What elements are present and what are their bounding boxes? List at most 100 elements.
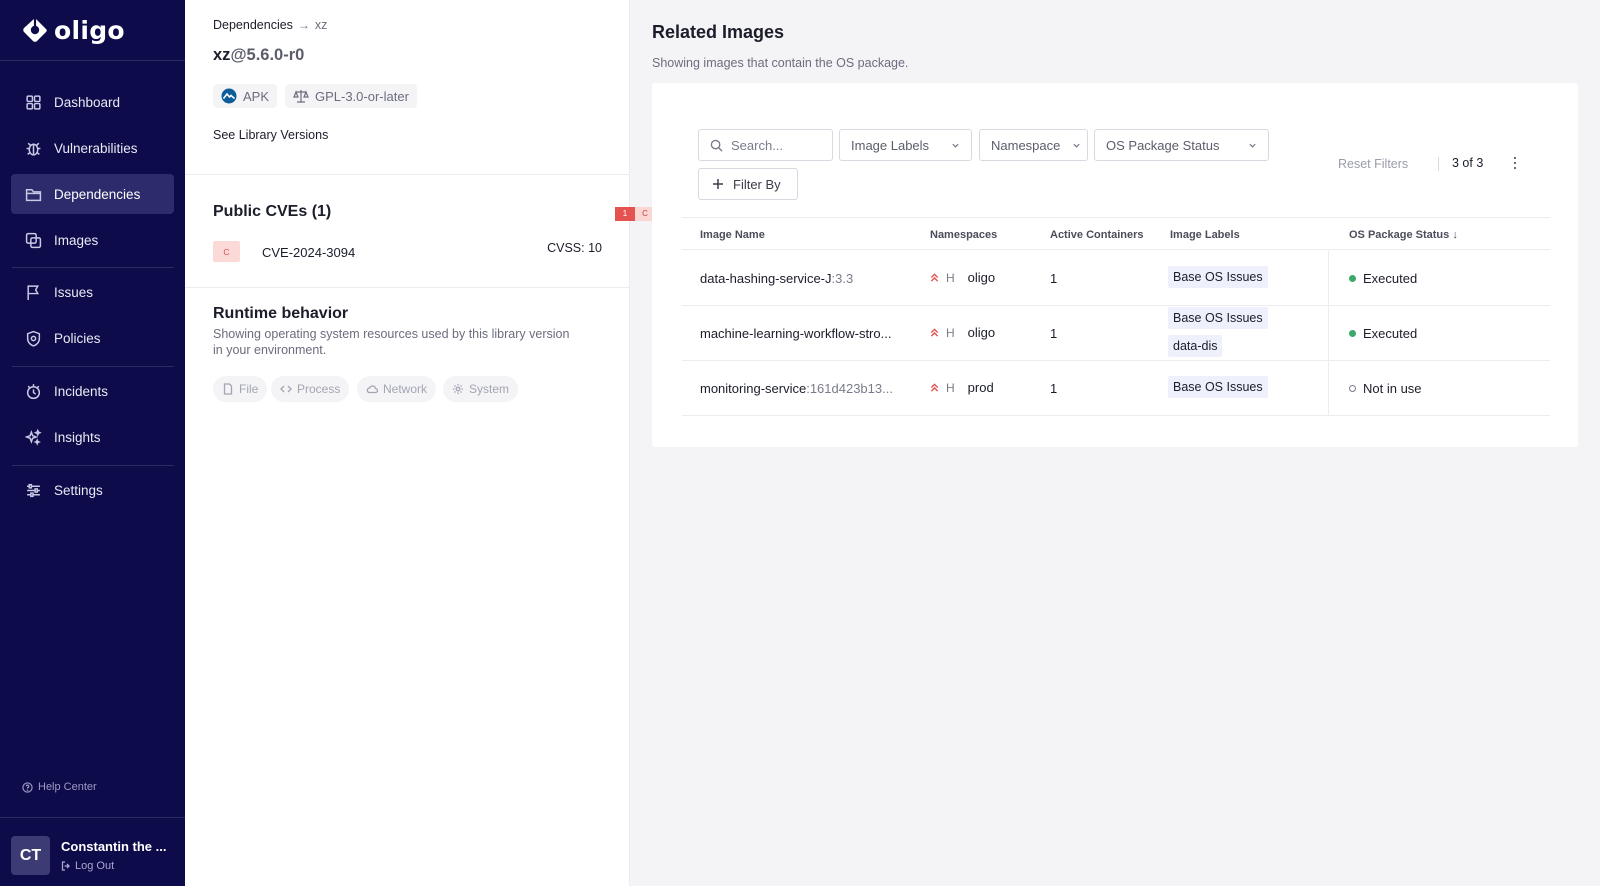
sidebar-item-policies[interactable]: Policies [11, 318, 174, 358]
grid-icon [25, 94, 42, 111]
divider [1438, 157, 1439, 171]
filter-label: Namespace [991, 137, 1061, 153]
runtime-chip-system[interactable]: System [443, 376, 519, 402]
image-labels-filter[interactable]: Image Labels [839, 129, 972, 161]
table-row[interactable]: machine-learning-workflow-stro... H olig… [682, 306, 1550, 361]
namespace-name: oligo [967, 325, 996, 340]
status-dot-icon [1349, 275, 1356, 282]
sort-arrow-icon: ↓ [1452, 229, 1458, 241]
sidebar: oligo Dashboard Vulnerabilities Dependen… [0, 0, 185, 886]
active-containers: 1 [1050, 326, 1058, 341]
folder-icon [25, 186, 42, 203]
status-badge: Not in use [1349, 381, 1422, 396]
sidebar-item-label: Settings [54, 482, 103, 498]
filter-by-button[interactable]: Filter By [698, 168, 798, 200]
reset-filters-button[interactable]: Reset Filters [1338, 157, 1408, 171]
sidebar-item-vulnerabilities[interactable]: Vulnerabilities [11, 128, 174, 168]
help-center-link[interactable]: Help Center [22, 781, 97, 793]
sidebar-item-images[interactable]: Images [11, 220, 174, 260]
search-input[interactable]: Search... [698, 129, 833, 161]
status-dot-icon [1349, 330, 1356, 337]
table-header: Image Name Namespaces Active Containers … [682, 217, 1550, 250]
status-text: Executed [1363, 271, 1418, 286]
priority-high-icon [930, 273, 939, 282]
os-package-status-filter[interactable]: OS Package Status [1094, 129, 1269, 161]
image-name-text: machine-learning-workflow-stro... [700, 326, 892, 341]
column-header-active-containers[interactable]: Active Containers [1050, 229, 1144, 241]
image-name[interactable]: machine-learning-workflow-stro... [700, 326, 891, 341]
logout-button[interactable]: Log Out [61, 860, 166, 872]
see-library-versions-link[interactable]: See Library Versions [213, 128, 328, 142]
active-containers: 1 [1050, 381, 1058, 396]
oligo-logo[interactable]: oligo [22, 14, 125, 46]
sidebar-item-label: Incidents [54, 383, 109, 399]
priority-letter: H [946, 325, 955, 340]
column-header-image-name[interactable]: Image Name [700, 229, 765, 241]
column-divider [1328, 251, 1329, 306]
namespace-cell: H oligo [930, 270, 995, 285]
sidebar-item-incidents[interactable]: Incidents [11, 371, 174, 411]
sidebar-divider [0, 817, 185, 818]
section-divider [185, 287, 630, 288]
priority-letter: H [946, 270, 955, 285]
namespace-name: prod [967, 380, 994, 395]
image-labels-cell: Base OS Issues [1168, 266, 1268, 288]
runtime-chip-label: System [469, 382, 510, 396]
image-name[interactable]: monitoring-service:161d423b13... [700, 381, 893, 396]
sidebar-item-label: Vulnerabilities [54, 140, 138, 156]
sidebar-item-dashboard[interactable]: Dashboard [11, 82, 174, 122]
chevron-down-icon [1249, 143, 1256, 148]
package-type-chip: APK [213, 84, 278, 108]
more-options-icon[interactable] [1510, 155, 1520, 171]
image-label-tag: Base OS Issues [1168, 307, 1268, 329]
image-labels-cell: Base OS Issues [1168, 376, 1268, 398]
cve-id-link[interactable]: CVE-2024-3094 [262, 245, 355, 260]
column-header-image-labels[interactable]: Image Labels [1170, 229, 1240, 241]
package-details-panel: Dependencies → xz xz@5.6.0-r0 APK GPL-3.… [185, 0, 790, 886]
image-labels-cell: Base OS Issues [1168, 307, 1268, 329]
breadcrumb: Dependencies → xz [213, 18, 327, 32]
related-images-card: Search... Image Labels Namespace OS Pack… [652, 83, 1578, 447]
code-icon [280, 385, 292, 393]
table-row[interactable]: data-hashing-service-J:3.3 H oligo 1 Bas… [682, 251, 1550, 306]
image-label-tag: Base OS Issues [1168, 266, 1268, 288]
runtime-behavior-title: Runtime behavior [213, 305, 349, 322]
status-badge: Executed [1349, 326, 1417, 341]
image-name[interactable]: data-hashing-service-J:3.3 [700, 271, 853, 286]
column-header-os-package-status[interactable]: OS Package Status ↓ [1349, 229, 1458, 241]
column-divider [1328, 306, 1329, 361]
license-label: GPL-3.0-or-later [315, 88, 409, 104]
namespace-filter[interactable]: Namespace [979, 129, 1088, 161]
active-containers: 1 [1050, 271, 1058, 286]
plus-icon [713, 179, 723, 189]
status-dot-icon [1349, 385, 1356, 392]
related-images-title: Related Images [652, 22, 785, 42]
sidebar-item-insights[interactable]: Insights [11, 417, 174, 457]
namespace-cell: H prod [930, 380, 994, 395]
sidebar-item-label: Insights [54, 429, 101, 445]
public-cves-title: Public CVEs (1) [213, 203, 332, 220]
column-divider [1328, 361, 1329, 416]
runtime-chip-file[interactable]: File [213, 376, 268, 402]
filter-label: OS Package Status [1106, 137, 1220, 153]
sidebar-item-issues[interactable]: Issues [11, 272, 174, 312]
runtime-chip-label: File [239, 382, 259, 396]
search-icon [710, 139, 723, 152]
runtime-chip-process[interactable]: Process [271, 376, 350, 402]
chevron-down-icon [1073, 143, 1080, 148]
sidebar-item-dependencies[interactable]: Dependencies [11, 174, 174, 214]
scale-icon [293, 90, 309, 103]
user-panel: CT Constantin the ... Log Out [11, 836, 166, 875]
alarm-icon [25, 383, 42, 400]
table-row[interactable]: monitoring-service:161d423b13... H prod … [682, 361, 1550, 416]
breadcrumb-parent-link[interactable]: Dependencies [213, 18, 293, 32]
runtime-chip-label: Process [297, 382, 341, 396]
column-header-namespaces[interactable]: Namespaces [930, 229, 997, 241]
sidebar-item-label: Policies [54, 330, 101, 346]
avatar[interactable]: CT [11, 836, 50, 875]
sidebar-item-settings[interactable]: Settings [11, 470, 174, 510]
runtime-chip-network[interactable]: Network [357, 376, 437, 402]
sidebar-separator [12, 366, 174, 367]
runtime-behavior-description: Showing operating system resources used … [213, 327, 570, 357]
severity-critical: 1C [615, 207, 655, 221]
